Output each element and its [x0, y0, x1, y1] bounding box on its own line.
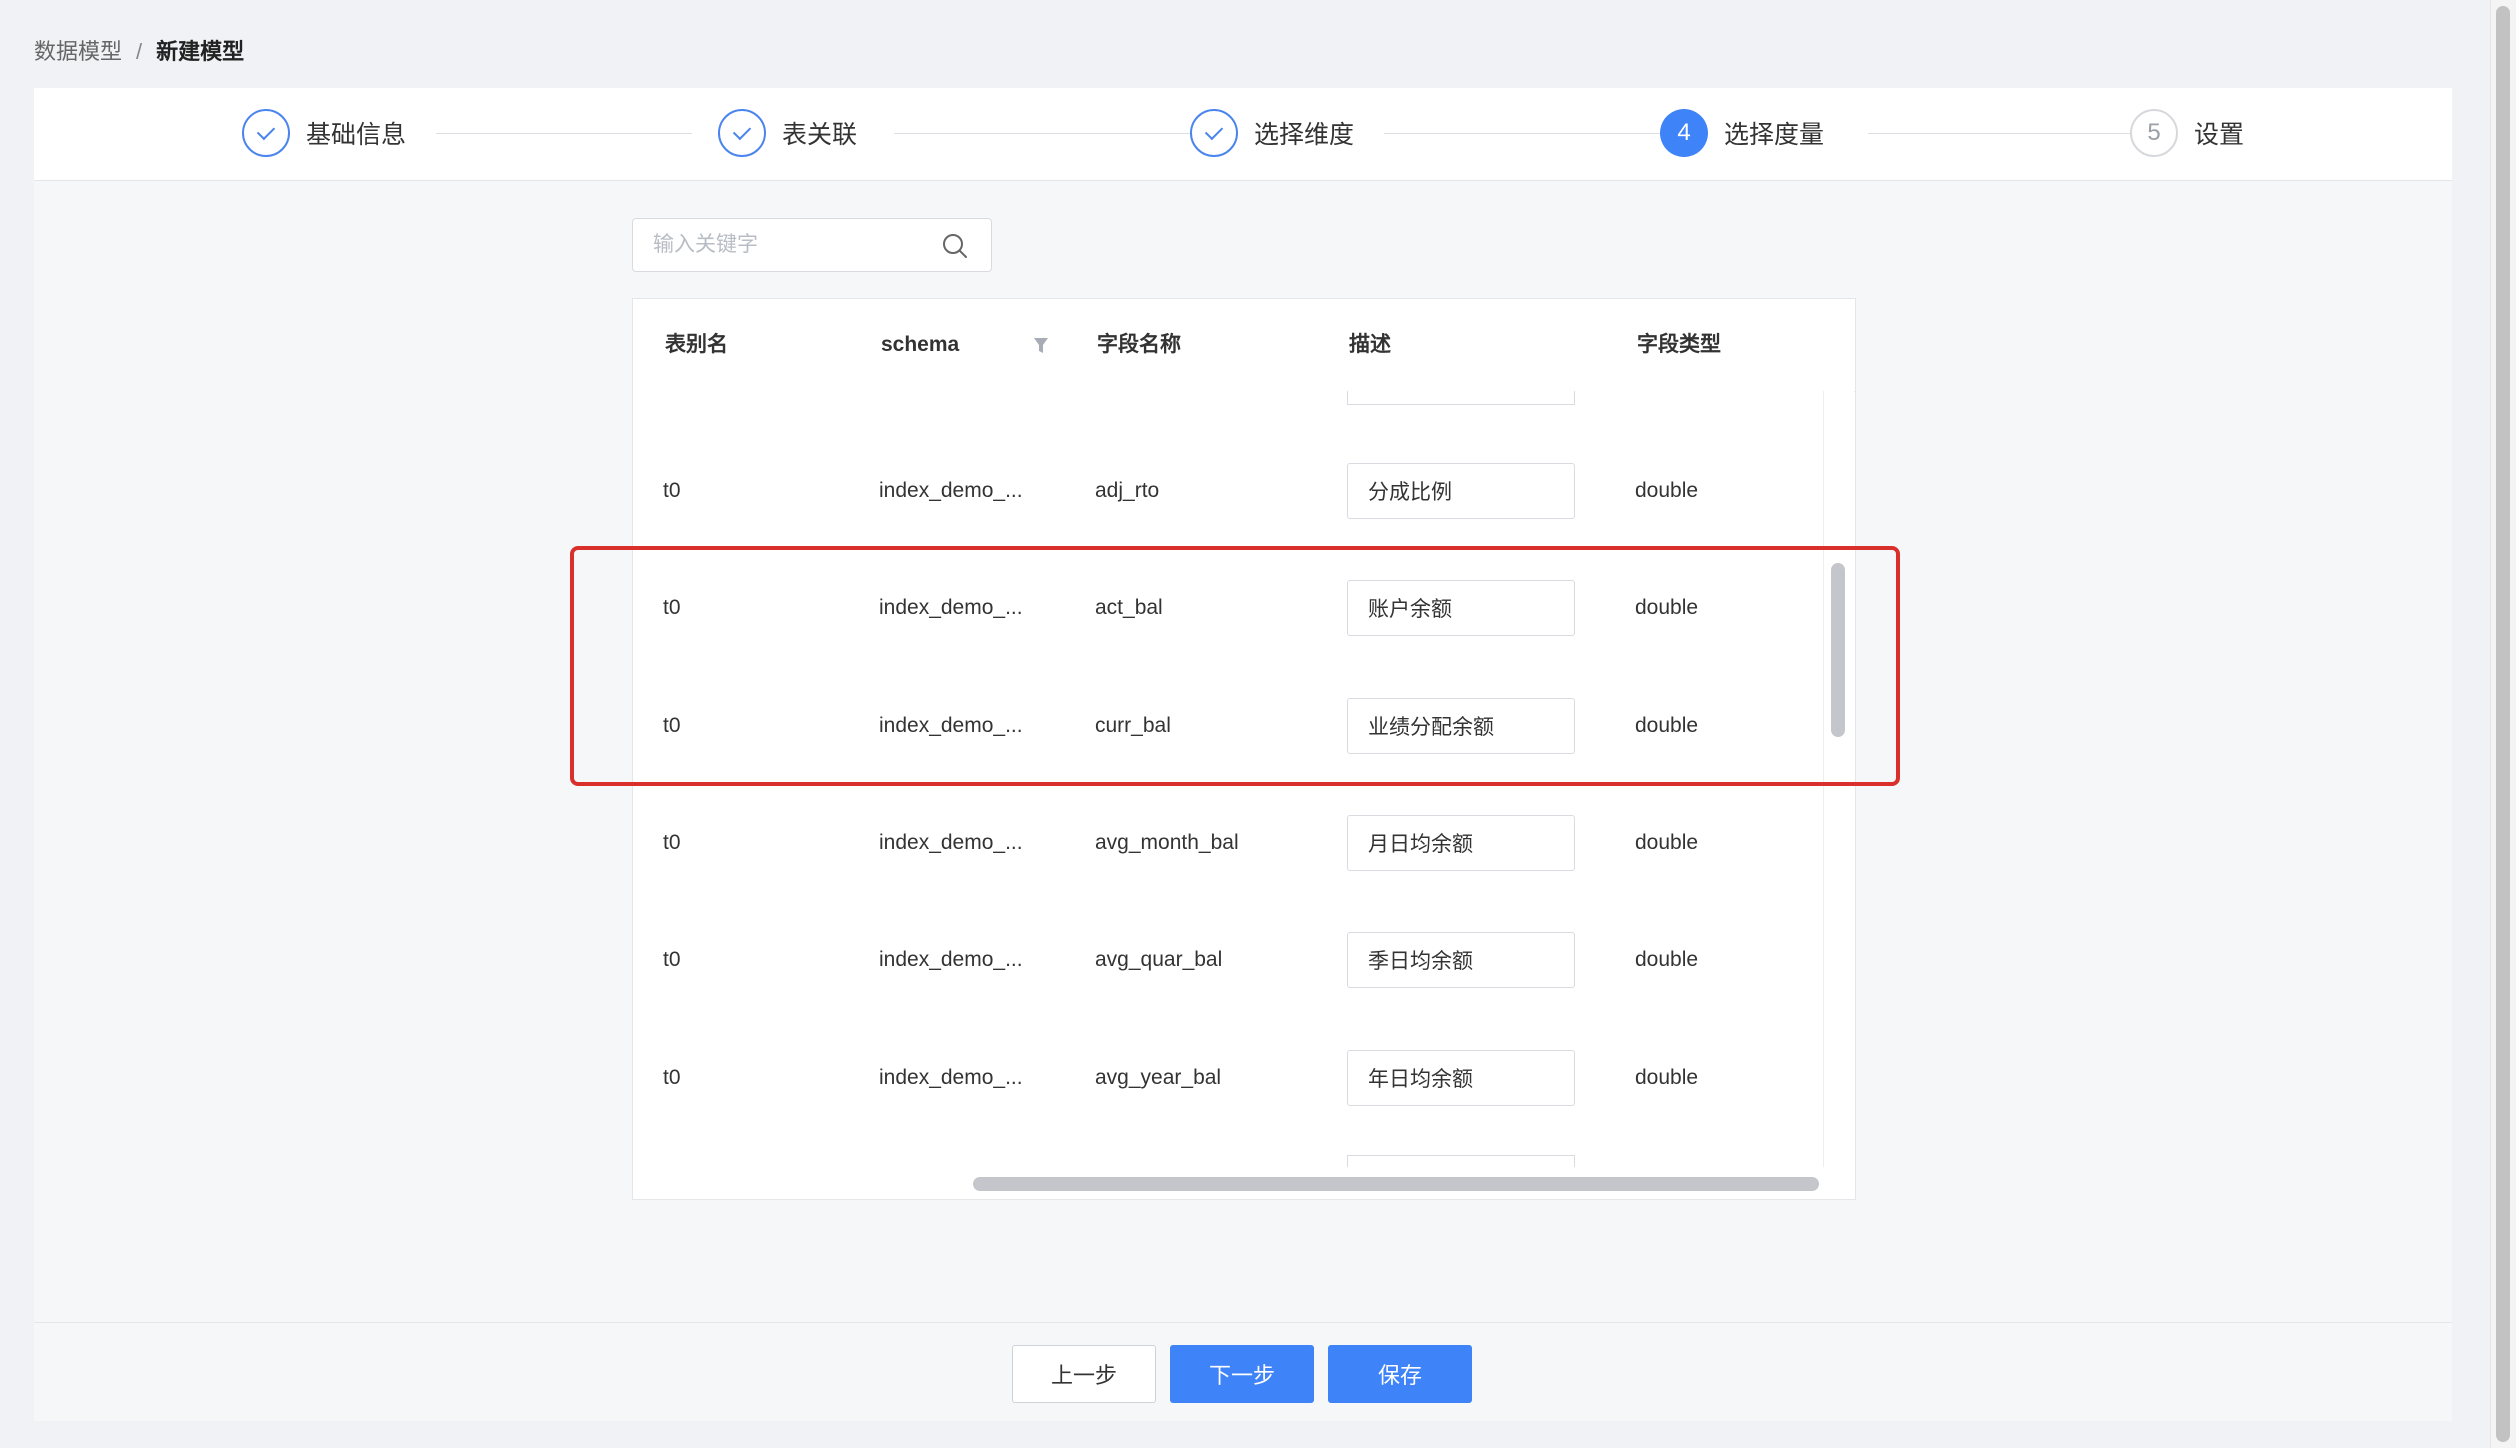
description-input[interactable]	[1347, 580, 1575, 636]
step-connector	[436, 133, 692, 134]
search-icon[interactable]	[941, 232, 969, 260]
step-settings[interactable]: 5 设置	[2130, 106, 2244, 160]
description-input[interactable]	[1347, 815, 1575, 871]
step-done-icon	[242, 109, 290, 157]
step-connector	[1868, 133, 2134, 134]
cell-schema: index_demo_...	[879, 479, 1023, 502]
step-label: 表关联	[782, 121, 858, 149]
search-box	[632, 218, 992, 272]
table-row: t0 index_demo_... avg_year_bal double	[633, 1019, 1823, 1138]
cell-schema: index_demo_...	[879, 948, 1023, 971]
cell-field-name: act_bal	[1095, 596, 1163, 619]
step-done-icon	[1190, 109, 1238, 157]
cell-alias: t0	[663, 948, 681, 971]
cell-field-name: avg_month_bal	[1095, 831, 1239, 854]
step-label: 选择度量	[1724, 121, 1825, 149]
column-header-alias: 表别名	[665, 333, 728, 356]
table-header: 表别名 schema 字段名称 描述 字段类型	[633, 299, 1855, 392]
step-select-dimension[interactable]: 选择维度	[1190, 106, 1354, 160]
cell-alias: t0	[663, 479, 681, 502]
step-label: 基础信息	[306, 121, 407, 149]
table-row: t0 index_demo_... curr_bal double	[633, 667, 1823, 786]
next-step-button[interactable]: 下一步	[1170, 1345, 1314, 1403]
step-basic-info[interactable]: 基础信息	[242, 106, 406, 160]
filter-icon[interactable]	[1033, 337, 1049, 355]
page-scrollbar[interactable]	[2496, 6, 2510, 1442]
vertical-scrollbar[interactable]	[1831, 563, 1845, 737]
horizontal-scrollbar[interactable]	[973, 1177, 1819, 1191]
table-row-partial	[633, 1137, 1823, 1167]
description-input-partial	[1347, 391, 1575, 405]
column-header-field-type: 字段类型	[1637, 333, 1721, 356]
cell-schema: index_demo_...	[879, 714, 1023, 737]
cell-schema: index_demo_...	[879, 1066, 1023, 1089]
footer-actions: 上一步 下一步 保存	[34, 1322, 2452, 1421]
cell-field-name: avg_year_bal	[1095, 1066, 1222, 1089]
cell-field-type: double	[1635, 596, 1699, 619]
breadcrumb-current: 新建模型	[156, 39, 245, 64]
description-input[interactable]	[1347, 932, 1575, 988]
breadcrumb-parent[interactable]: 数据模型	[34, 39, 122, 64]
cell-alias: t0	[663, 831, 681, 854]
cell-schema: index_demo_...	[879, 596, 1023, 619]
cell-alias: t0	[663, 714, 681, 737]
description-input[interactable]	[1347, 698, 1575, 754]
table-body: t0 index_demo_... adj_rto double t0 inde…	[633, 391, 1823, 1167]
cell-field-type: double	[1635, 1066, 1699, 1089]
measure-table: 表别名 schema 字段名称 描述 字段类型 t0 index_demo_..…	[632, 298, 1856, 1200]
cell-alias: t0	[663, 596, 681, 619]
cell-field-type: double	[1635, 948, 1699, 971]
step-label: 选择维度	[1254, 121, 1355, 149]
cell-field-name: adj_rto	[1095, 479, 1160, 502]
cell-field-type: double	[1635, 479, 1699, 502]
cell-field-type: double	[1635, 831, 1699, 854]
step-number-badge: 4	[1660, 109, 1708, 157]
save-button[interactable]: 保存	[1328, 1345, 1472, 1403]
main-panel: 基础信息 表关联 选择维度 4 选择度量 5 设置 表别名 schema	[34, 88, 2452, 1421]
step-select-measure[interactable]: 4 选择度量	[1660, 106, 1824, 160]
step-table-join[interactable]: 表关联	[718, 106, 857, 160]
column-header-schema: schema	[881, 333, 960, 356]
table-row: t0 index_demo_... act_bal double	[633, 549, 1823, 668]
breadcrumb: 数据模型 / 新建模型	[34, 34, 244, 66]
cell-field-name: curr_bal	[1095, 714, 1171, 737]
cell-field-type: double	[1635, 714, 1699, 737]
table-row: t0 index_demo_... adj_rto double	[633, 433, 1823, 550]
step-connector	[1384, 133, 1674, 134]
breadcrumb-separator: /	[136, 39, 143, 64]
step-connector	[894, 133, 1190, 134]
step-label: 设置	[2194, 121, 2245, 149]
column-header-field-name: 字段名称	[1097, 333, 1181, 356]
table-row: t0 index_demo_... avg_quar_bal double	[633, 901, 1823, 1020]
steps-bar: 基础信息 表关联 选择维度 4 选择度量 5 设置	[34, 88, 2452, 181]
cell-field-name: avg_quar_bal	[1095, 948, 1223, 971]
vertical-scrollbar-track[interactable]	[1823, 391, 1854, 1167]
column-header-description: 描述	[1349, 333, 1391, 356]
description-input[interactable]	[1347, 463, 1575, 519]
table-row: t0 index_demo_... avg_month_bal double	[633, 785, 1823, 902]
description-input-partial	[1347, 1155, 1575, 1167]
cell-schema: index_demo_...	[879, 831, 1023, 854]
search-input[interactable]	[633, 219, 973, 271]
step-done-icon	[718, 109, 766, 157]
step-number-badge: 5	[2130, 109, 2178, 157]
cell-alias: t0	[663, 1066, 681, 1089]
table-row-partial	[633, 391, 1823, 434]
prev-step-button[interactable]: 上一步	[1012, 1345, 1156, 1403]
description-input[interactable]	[1347, 1050, 1575, 1106]
